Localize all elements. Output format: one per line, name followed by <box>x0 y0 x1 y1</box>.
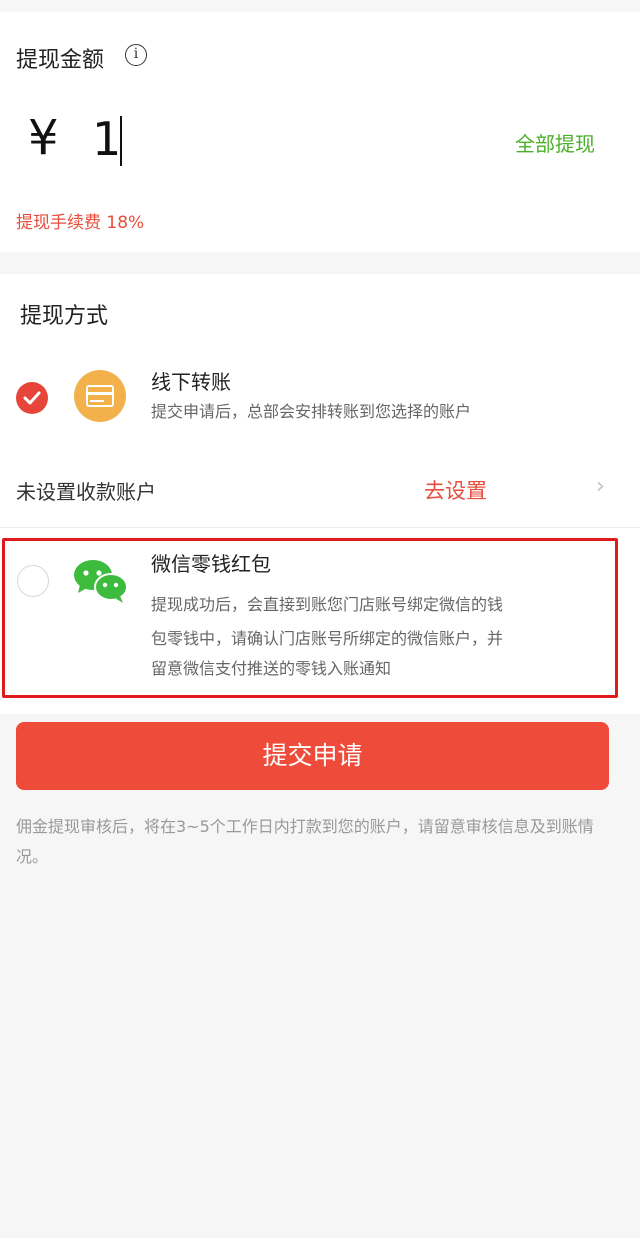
chevron-right-icon: › <box>596 474 605 499</box>
unset-account-label: 未设置收款账户 <box>16 480 156 504</box>
amount-title: 提现金额 <box>16 48 105 73</box>
checkmark-icon <box>23 391 41 405</box>
bank-card-icon <box>74 370 126 422</box>
text-cursor <box>120 116 122 166</box>
submit-button[interactable]: 提交申请 <box>16 722 609 790</box>
notice-text: 佣金提现审核后，将在3~5个工作日内打款到您的账户，请留意审核信息及到账情况。 <box>16 817 594 866</box>
amount-input[interactable]: 1 <box>92 112 121 166</box>
highlight-frame <box>2 538 618 698</box>
offline-transfer-radio[interactable] <box>16 382 48 414</box>
divider <box>0 527 640 528</box>
fee-text: 提现手续费 18% <box>16 213 145 233</box>
method-desc-offline: 提交申请后，总部会安排转账到您选择的账户 <box>151 402 472 421</box>
account-setup-row[interactable]: 未设置收款账户 去设置 › <box>0 460 640 520</box>
method-title: 提现方式 <box>20 304 109 329</box>
withdraw-all-button[interactable]: 全部提现 <box>515 128 595 157</box>
go-setup-link[interactable]: 去设置 <box>424 475 487 505</box>
method-name-offline: 线下转账 <box>151 370 231 394</box>
info-circle-icon[interactable]: i <box>125 44 147 66</box>
amount-card: 提现金额 i ¥ 1 全部提现 提现手续费 18% <box>0 12 640 252</box>
currency-symbol: ¥ <box>28 110 59 166</box>
